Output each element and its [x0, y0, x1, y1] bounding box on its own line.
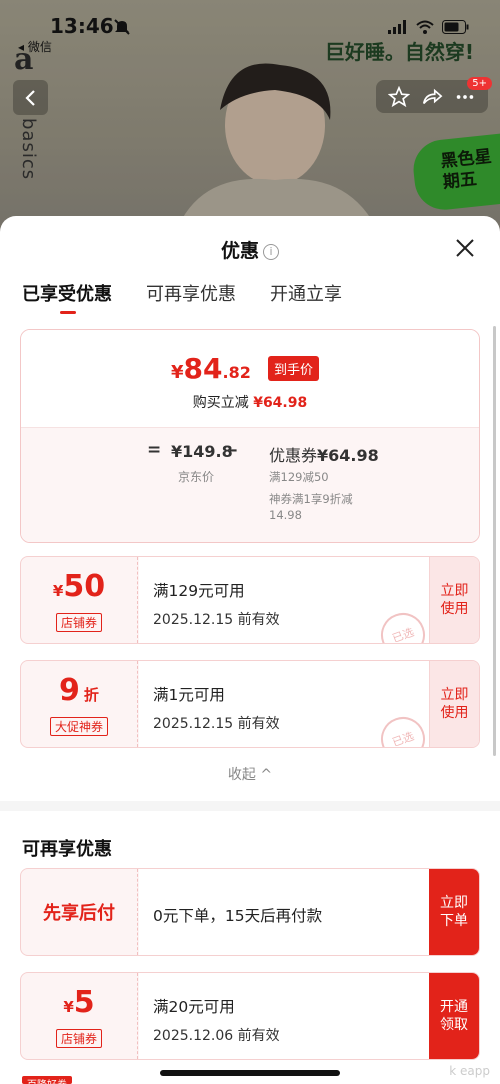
equals-sign: = [147, 440, 162, 460]
coupon-amount: ¥5 [21, 985, 137, 1020]
coupon-card: ¥5 店铺券 满20元可用 2025.12.06 前有效 开通领取 [20, 972, 480, 1060]
signal-icon [388, 20, 406, 34]
coupon-card: ¥50 店铺券 满129元可用 2025.12.15 前有效 已选 立即使用 [20, 556, 480, 644]
coupon-condition: 满20元可用 [153, 998, 235, 1016]
coupon-condition: 满1元可用 [153, 686, 225, 704]
coupon-validity: 2025.12.15 前有效 [153, 716, 280, 732]
cart-badge: 5+ [467, 77, 492, 90]
coupon-detail-line: 14.98 [269, 508, 302, 522]
activate-claim-button[interactable]: 开通领取 [429, 973, 479, 1059]
mute-bell-icon [114, 19, 130, 35]
price-breakdown: = ¥149.8 京东价 – 优惠券¥64.98 满129减50 神券满1享9折… [21, 427, 479, 542]
home-indicator[interactable] [160, 1070, 340, 1076]
coupon-validity: 2025.12.15 前有效 [153, 612, 280, 628]
coupon-type-badge: 店铺券 [55, 1029, 103, 1048]
coupon-detail-line: 满129减50 [269, 470, 329, 484]
coupon-suffix: 折 [83, 686, 99, 704]
coupon-amount: 9折 [21, 673, 137, 708]
final-price-tag: 到手价 [268, 356, 320, 381]
info-icon[interactable]: i [263, 244, 279, 260]
scrollbar[interactable] [493, 326, 496, 756]
use-now-button[interactable]: 立即使用 [429, 661, 479, 747]
order-now-button[interactable]: 立即下单 [429, 869, 479, 955]
black-friday-tag: 黑色星期五 [410, 133, 500, 213]
coupon-prefix: ¥ [52, 582, 64, 600]
final-price: ¥84.82 [171, 352, 251, 385]
coupon-value: 9 [59, 673, 80, 708]
coupon-prefix: ¥ [63, 998, 74, 1016]
instant-discount: 购买立减 ¥64.98 [21, 392, 479, 412]
coupon-validity: 2025.12.06 前有效 [153, 1028, 280, 1044]
coupon-detail-line: 神券满1享9折减 [269, 492, 353, 506]
banner-slogan: 巨好睡。自然穿! [324, 40, 474, 64]
more-offers-title: 可再享优惠 [22, 839, 112, 860]
share-icon[interactable] [421, 86, 443, 108]
paylater-label: 先享后付 [43, 903, 115, 924]
promo-tag-text: 黑色星期五 [439, 146, 493, 193]
selected-stamp: 已选 [374, 606, 432, 643]
coupon-condition: 满129元可用 [153, 582, 245, 600]
discount-sheet: 优惠 i 已享受优惠 可再享优惠 开通立享 ¥84.82 到手价 购买立减 ¥64… [0, 216, 500, 1084]
star-icon[interactable] [387, 85, 410, 108]
background-product-page: 13:46 ◂ 微信 a basics 巨好睡。自然穿! 5+ 黑色星期五 [0, 0, 500, 240]
coupon-type-badge: 店铺券 [55, 613, 103, 632]
section-divider [0, 801, 500, 811]
final-price-yen: ¥ [171, 362, 184, 383]
coupon-total-label: 优惠券 [269, 446, 318, 465]
brand-vertical-text: basics [18, 118, 39, 181]
coupon-amount: ¥50 [21, 569, 137, 604]
peek-coupon-tag: 百降好券 [22, 1076, 72, 1084]
coupon-type-badge: 大促神券 [49, 717, 109, 736]
coupon-card: 9折 大促神券 满1元可用 2025.12.15 前有效 已选 立即使用 [20, 660, 480, 748]
discount-tabs: 已享受优惠 可再享优惠 开通立享 [22, 280, 342, 314]
coupon-value: 50 [63, 569, 106, 604]
coupon-value: 5 [73, 985, 95, 1020]
price-summary-card: ¥84.82 到手价 购买立减 ¥64.98 = ¥149.8 京东价 – 优惠… [20, 329, 480, 543]
tab-more[interactable]: 可再享优惠 [146, 280, 236, 306]
final-price-int: 84 [183, 352, 223, 385]
tab-membership[interactable]: 开通立享 [270, 280, 342, 306]
brand-logo: a [14, 42, 34, 77]
use-now-button[interactable]: 立即使用 [429, 557, 479, 643]
back-button[interactable] [13, 80, 48, 115]
coupon-total-amount: ¥64.98 [317, 446, 379, 465]
instant-discount-amount: ¥64.98 [253, 395, 308, 411]
original-price: ¥149.8 [171, 442, 233, 461]
minus-sign: – [229, 440, 238, 460]
wifi-icon [416, 20, 434, 34]
tab-applied[interactable]: 已享受优惠 [22, 280, 112, 314]
sheet-title-text: 优惠 [220, 240, 259, 262]
final-price-dec: .82 [222, 363, 251, 382]
paylater-desc: 0元下单，15天后再付款 [153, 907, 323, 925]
paylater-card: 先享后付 0元下单，15天后再付款 立即下单 [20, 868, 480, 956]
instant-discount-label: 购买立减 [192, 395, 249, 411]
chevron-left-icon [24, 89, 35, 106]
battery-icon [442, 20, 469, 34]
original-price-label: 京东价 [178, 470, 215, 484]
status-time: 13:46 [50, 14, 114, 38]
selected-stamp: 已选 [374, 710, 432, 747]
coupon-total: 优惠券¥64.98 [269, 442, 379, 466]
watermark: k eapp [449, 1064, 490, 1078]
sheet-title: 优惠 i [0, 236, 500, 263]
close-icon[interactable] [454, 237, 476, 259]
collapse-button[interactable]: 收起 ^ [0, 764, 500, 784]
